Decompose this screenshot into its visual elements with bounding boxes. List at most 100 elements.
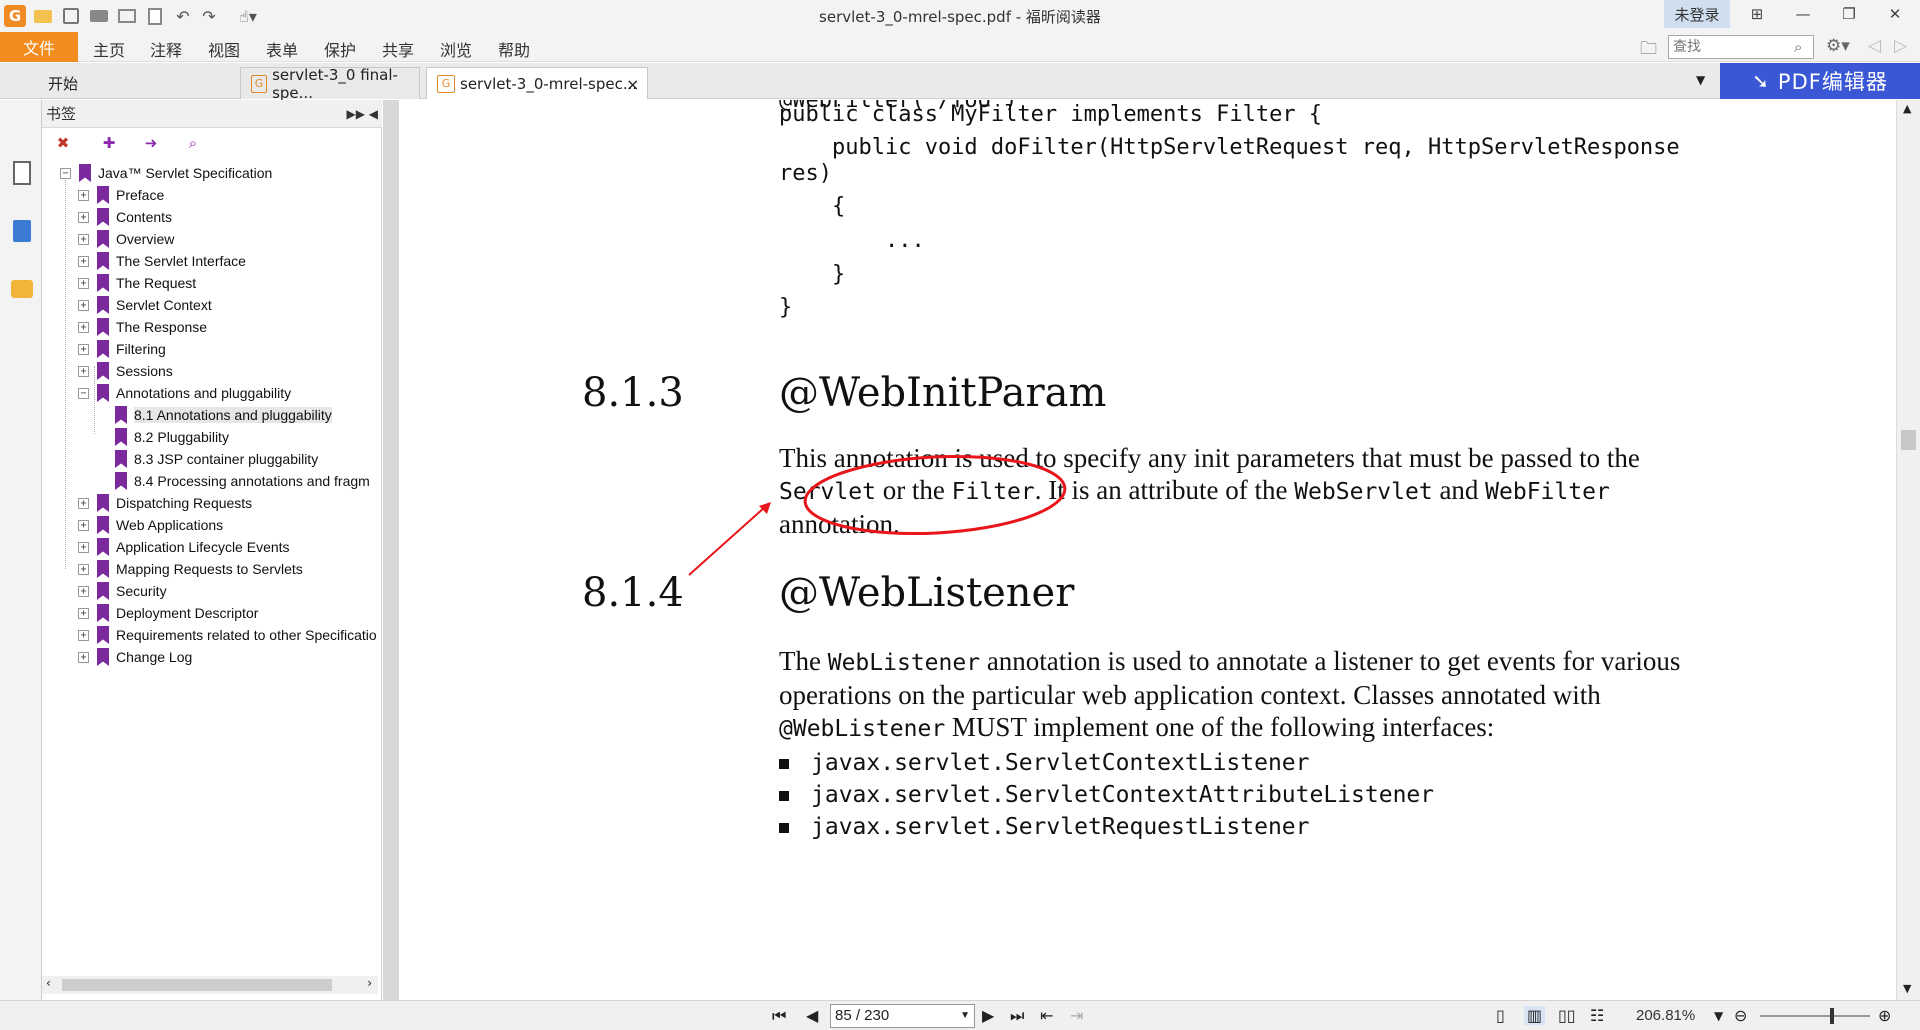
continuous-facing-icon[interactable]: ☷	[1590, 1006, 1604, 1025]
tab-list-dropdown-icon[interactable]: ▼	[1696, 73, 1705, 87]
expand-icon[interactable]: +	[78, 651, 89, 663]
ribbon-toggle-icon[interactable]: ⊞	[1734, 0, 1780, 28]
bookmark-root[interactable]: − Java™ Servlet Specification	[60, 162, 272, 184]
expand-icon[interactable]: +	[78, 233, 89, 245]
bookmark-panel-icon[interactable]	[9, 158, 35, 188]
maximize-button[interactable]: ❐	[1826, 0, 1872, 28]
bookmark-horizontal-scrollbar[interactable]: ‹ ›	[42, 976, 378, 994]
open-folder-icon[interactable]	[32, 5, 54, 27]
screen-icon[interactable]	[116, 5, 138, 27]
tab-start[interactable]: 开始	[38, 67, 238, 99]
menu-comment[interactable]: 注释	[150, 37, 182, 61]
collapse-icon[interactable]: −	[60, 167, 71, 179]
login-button[interactable]: 未登录	[1664, 0, 1730, 28]
bookmark-child-item[interactable]: 8.3 JSP container pluggability	[96, 448, 318, 470]
expand-icon[interactable]: +	[78, 211, 89, 223]
expand-icon[interactable]: +	[78, 541, 89, 553]
continuous-page-icon[interactable]: ▥	[1524, 1006, 1546, 1025]
chevron-down-icon[interactable]: ▼	[960, 1005, 970, 1027]
bookmark-item[interactable]: + Servlet Context	[78, 294, 212, 316]
menu-form[interactable]: 表单	[266, 37, 298, 61]
bookmark-item[interactable]: + Sessions	[78, 360, 173, 382]
bookmark-item[interactable]: + The Servlet Interface	[78, 250, 246, 272]
bookmark-item[interactable]: + Change Log	[78, 646, 192, 668]
bookmark-item[interactable]: + Deployment Descriptor	[78, 602, 258, 624]
bookmark-item[interactable]: + Filtering	[78, 338, 166, 360]
find-bookmark-icon[interactable]: ⌕	[182, 132, 204, 154]
comments-panel-icon[interactable]	[9, 274, 35, 304]
bookmark-item[interactable]: + Overview	[78, 228, 174, 250]
bookmark-item[interactable]: + Web Applications	[78, 514, 223, 536]
expand-icon[interactable]: +	[78, 585, 89, 597]
menu-protect[interactable]: 保护	[324, 37, 356, 61]
last-page-icon[interactable]: ⏭	[1010, 1006, 1024, 1026]
settings-icon[interactable]: ⚙▾	[1826, 36, 1850, 56]
panel-splitter[interactable]	[383, 100, 399, 1000]
expand-icon[interactable]: +	[78, 607, 89, 619]
bookmark-item[interactable]: − Annotations and pluggability	[78, 382, 291, 404]
expand-icon[interactable]: +	[78, 365, 89, 377]
bookmark-item[interactable]: + Preface	[78, 184, 164, 206]
tab-close-icon[interactable]: ×	[626, 75, 639, 94]
expand-icon[interactable]: +	[78, 255, 89, 267]
close-button[interactable]: ✕	[1872, 0, 1918, 28]
scroll-up-icon[interactable]: ▲	[1903, 102, 1911, 115]
expand-icon[interactable]: +	[78, 563, 89, 575]
tab-doc-2[interactable]: G servlet-3_0-mrel-spec...	[426, 67, 648, 99]
expand-icon[interactable]: +	[78, 189, 89, 201]
zoom-dropdown-icon[interactable]: ▼	[1714, 1009, 1723, 1023]
zoom-in-icon[interactable]: ⊕	[1878, 1006, 1891, 1025]
scroll-down-icon[interactable]: ▼	[1903, 982, 1911, 995]
zoom-slider-handle[interactable]	[1830, 1008, 1834, 1024]
collapse-panel-icon[interactable]: ▶▶ ◀	[347, 100, 379, 128]
single-page-icon[interactable]: ▯	[1496, 1006, 1505, 1025]
scroll-thumb[interactable]	[62, 979, 332, 991]
save-icon[interactable]	[60, 5, 82, 27]
undo-icon[interactable]: ↶	[172, 5, 194, 27]
scroll-left-icon[interactable]: ‹	[46, 976, 51, 990]
menu-share[interactable]: 共享	[382, 37, 414, 61]
menu-browse[interactable]: 浏览	[440, 37, 472, 61]
zoom-slider[interactable]	[1760, 1015, 1870, 1017]
bookmark-item[interactable]: + The Request	[78, 272, 196, 294]
tab-doc-1[interactable]: G servlet-3_0 final-spe...	[240, 66, 420, 102]
forward-icon[interactable]: ▷	[1894, 36, 1907, 56]
menu-home[interactable]: 主页	[93, 37, 125, 61]
add-bookmark-icon[interactable]: ✚	[98, 132, 120, 154]
expand-icon[interactable]: +	[78, 629, 89, 641]
bookmark-item[interactable]: + Dispatching Requests	[78, 492, 252, 514]
print-icon[interactable]	[88, 5, 110, 27]
search-icon[interactable]: ⌕	[1794, 38, 1802, 56]
expand-icon[interactable]: +	[78, 321, 89, 333]
bookmark-child-item[interactable]: 8.1 Annotations and pluggability	[96, 404, 332, 426]
find-folder-icon[interactable]: 🗀	[1640, 36, 1657, 65]
expand-icon[interactable]: +	[78, 519, 89, 531]
expand-icon[interactable]: +	[78, 299, 89, 311]
pdf-editor-button[interactable]: ➘ PDF编辑器	[1720, 63, 1920, 99]
delete-bookmark-icon[interactable]: ✖	[52, 132, 74, 154]
bookmark-item[interactable]: + The Response	[78, 316, 207, 338]
redo-icon[interactable]: ↷	[198, 5, 220, 27]
zoom-out-icon[interactable]: ⊖	[1734, 1006, 1747, 1025]
bookmark-item[interactable]: + Contents	[78, 206, 172, 228]
menu-help[interactable]: 帮助	[498, 37, 530, 61]
expand-icon[interactable]: +	[78, 343, 89, 355]
next-page-icon[interactable]: ▶	[982, 1006, 994, 1025]
next-view-icon[interactable]: ⇥	[1070, 1006, 1083, 1025]
app-logo-icon[interactable]: G	[4, 5, 26, 27]
page-number-input[interactable]: 85 / 230 ▼	[830, 1004, 975, 1028]
file-menu[interactable]: 文件	[0, 32, 78, 62]
collapse-icon[interactable]: −	[78, 387, 89, 399]
bookmark-item[interactable]: + Security	[78, 580, 167, 602]
back-icon[interactable]: ◁	[1868, 36, 1881, 56]
new-doc-icon[interactable]	[144, 5, 166, 27]
bookmark-item[interactable]: + Application Lifecycle Events	[78, 536, 290, 558]
hand-tool-icon[interactable]: ☝▾	[228, 5, 268, 27]
bookmark-item[interactable]: + Mapping Requests to Servlets	[78, 558, 303, 580]
bookmark-child-item[interactable]: 8.2 Pluggability	[96, 426, 229, 448]
scroll-thumb[interactable]	[1901, 430, 1916, 450]
minimize-button[interactable]: —	[1780, 0, 1826, 28]
scroll-right-icon[interactable]: ›	[367, 976, 372, 990]
bookmark-item[interactable]: + Requirements related to other Specifica…	[78, 624, 377, 646]
expand-icon[interactable]: +	[78, 497, 89, 509]
